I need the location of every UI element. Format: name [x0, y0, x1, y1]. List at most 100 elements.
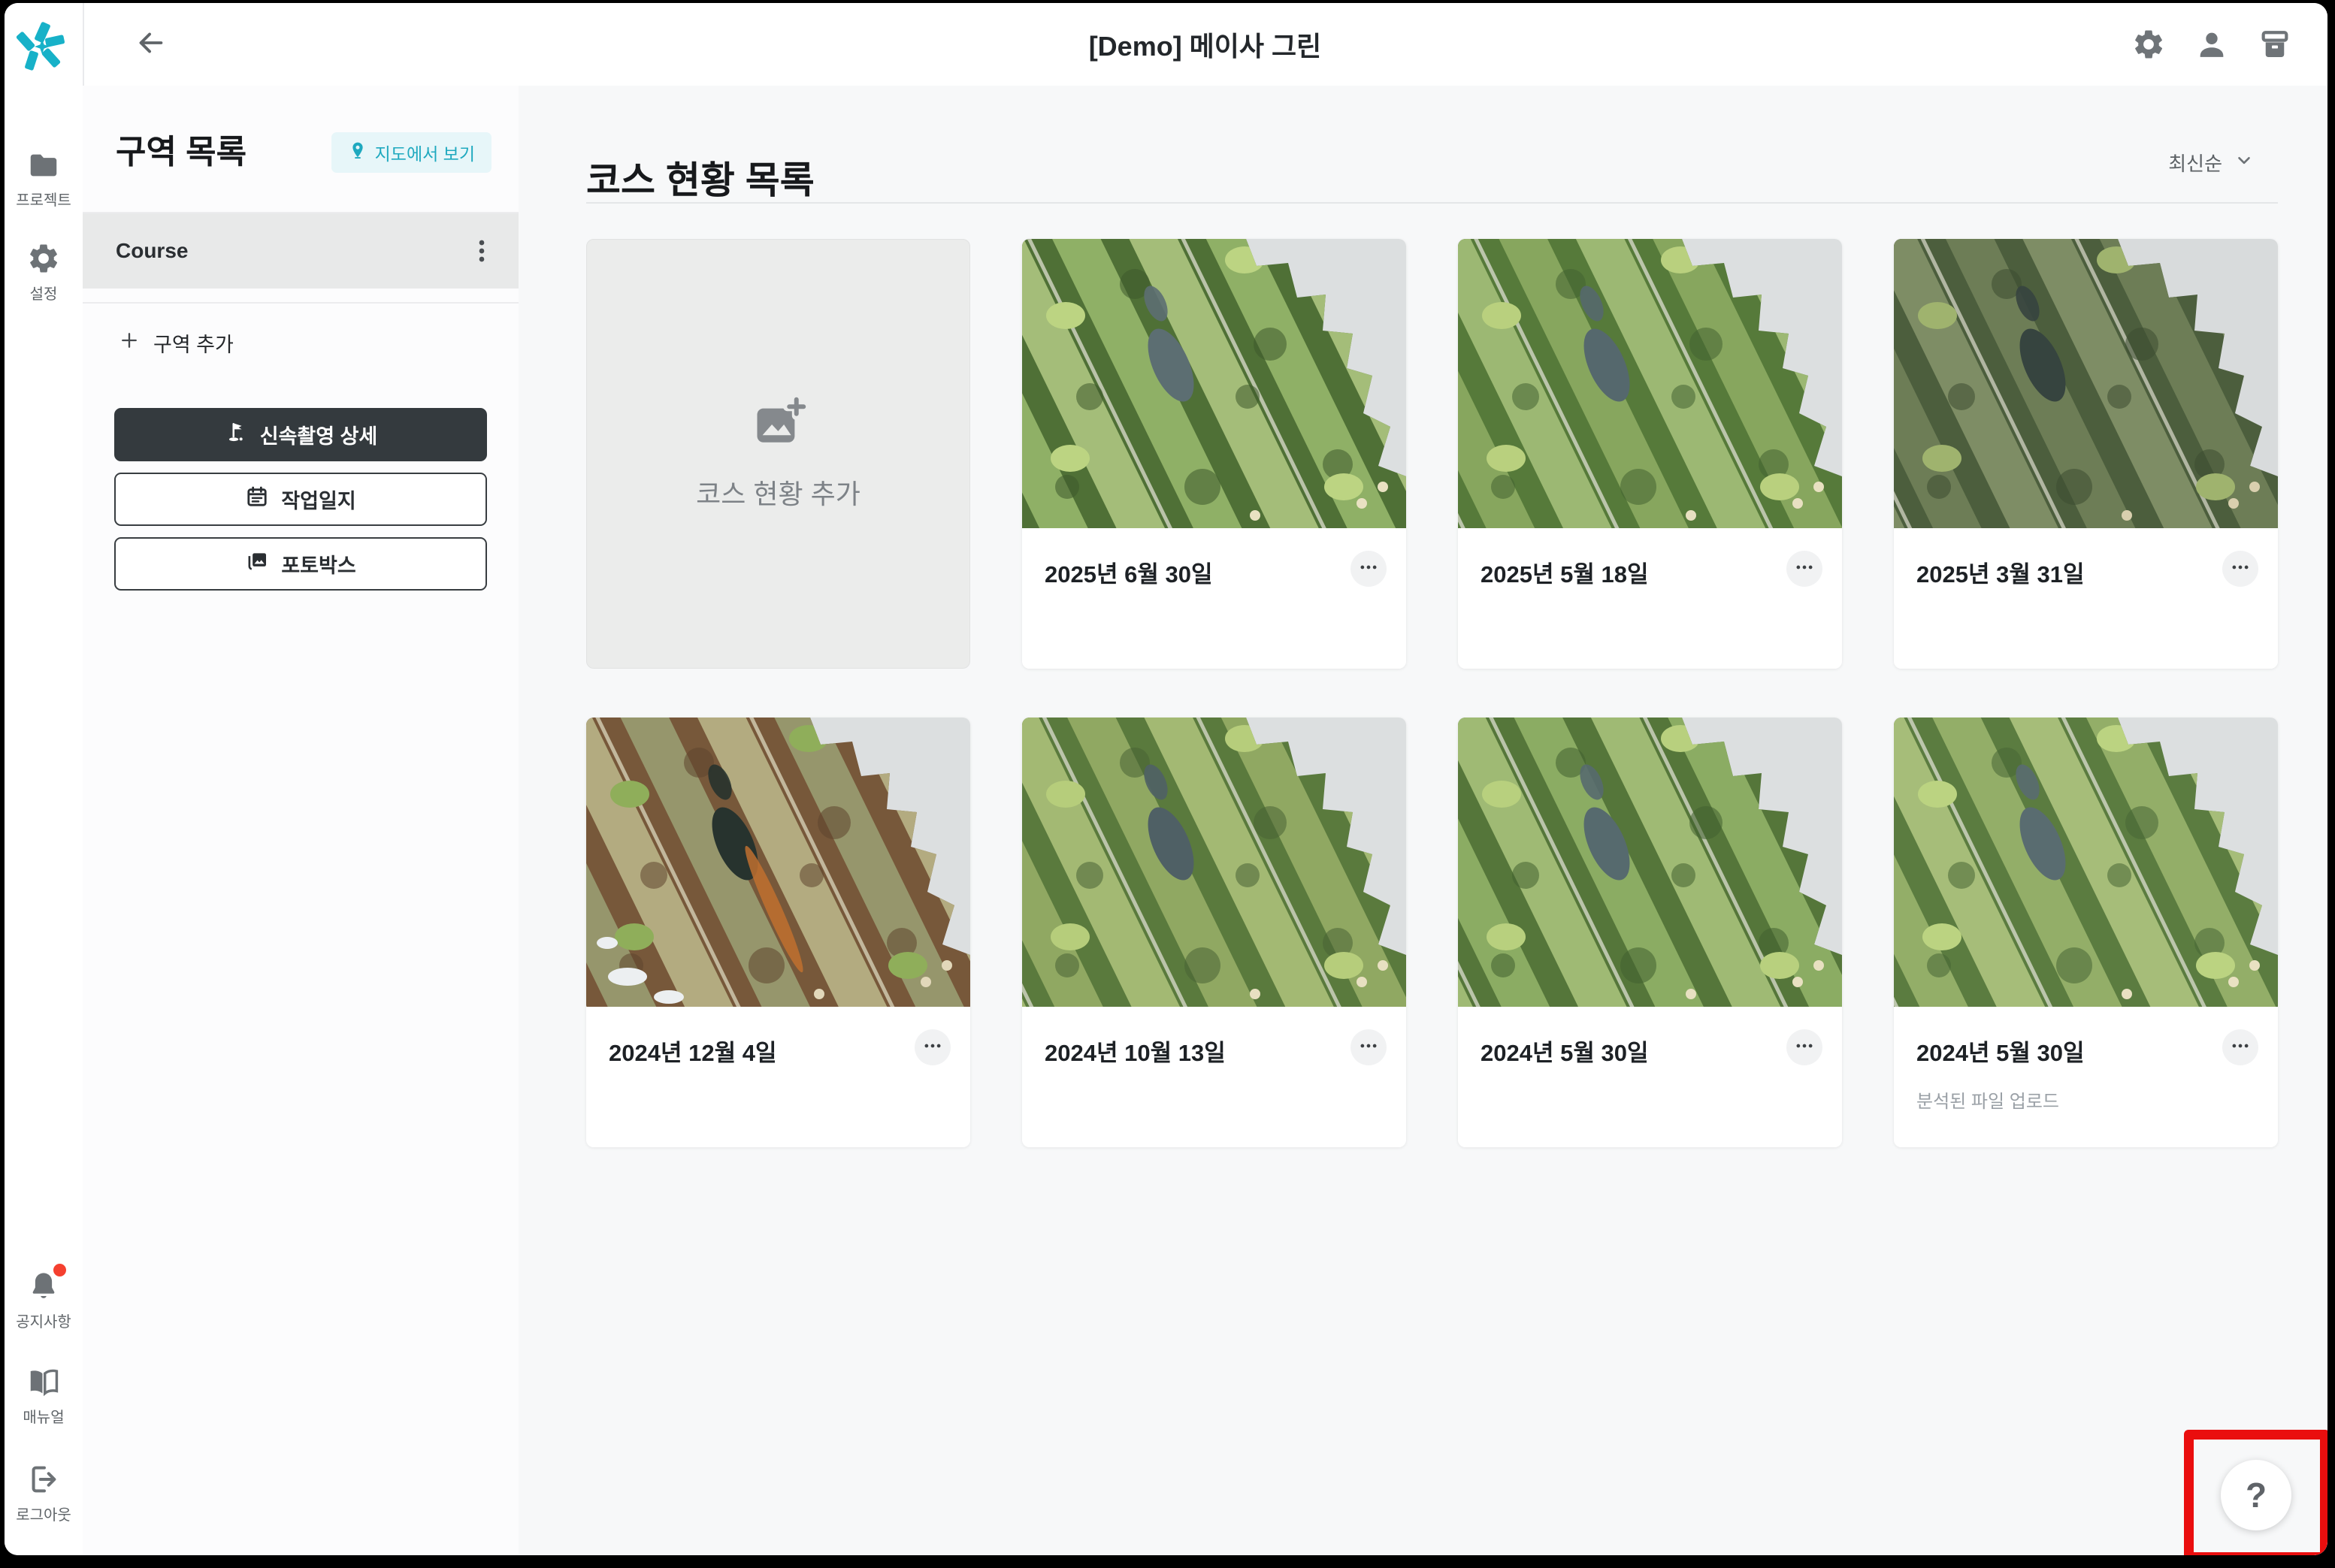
course-status-card[interactable]: 2024년 12월 4일 [586, 718, 970, 1147]
card-date: 2025년 3월 31일 [1916, 555, 2084, 589]
card-footer: 2024년 5월 30일 분석된 파일 업로드 [1894, 1007, 2278, 1147]
gear-icon [26, 241, 61, 276]
title-divider [586, 202, 2278, 204]
orthophoto-thumbnail [1458, 718, 1842, 1007]
notification-badge [53, 1264, 66, 1276]
orthophoto-thumbnail [1022, 718, 1406, 1007]
action-button-label: 작업일지 [281, 485, 355, 514]
rail-item-label: 매뉴얼 [23, 1405, 64, 1427]
golf-flag-icon [224, 420, 248, 449]
panel-divider [83, 302, 519, 304]
app-window: [Demo] 메이사 그린 프로젝트 설정 공지사항 매뉴얼 로그아웃 구역 목… [5, 3, 2327, 1555]
card-menu-button[interactable] [1350, 1029, 1387, 1065]
project-title: [Demo] 메이사 그린 [83, 3, 2327, 86]
add-zone-button[interactable]: 구역 추가 [119, 328, 234, 358]
zone-menu-kebab-icon[interactable] [464, 234, 499, 268]
rail-item-label: 로그아웃 [16, 1503, 71, 1524]
rail-item-book[interactable]: 매뉴얼 [5, 1364, 83, 1427]
topbar: [Demo] 메이사 그린 [83, 3, 2327, 87]
card-subtitle: 분석된 파일 업로드 [1916, 1086, 2059, 1113]
screen: { "window": { "title": "[Demo] 메이사 그린" }… [0, 0, 2335, 1568]
card-menu-button[interactable] [2222, 551, 2258, 587]
sort-label: 최신순 [2168, 149, 2222, 177]
card-date: 2024년 5월 30일 [1916, 1034, 2084, 1068]
card-menu-button[interactable] [1786, 551, 1822, 587]
card-menu-button[interactable] [1786, 1029, 1822, 1065]
card-date: 2025년 5월 18일 [1481, 555, 1648, 589]
chevron-down-icon [2234, 150, 2254, 175]
folder-icon [26, 147, 61, 182]
zone-list-title: 구역 목록 [116, 125, 247, 173]
card-date: 2024년 10월 13일 [1045, 1034, 1226, 1068]
main-content: 코스 현황 목록 최신순 코스 현황 추가 2025년 6월 30일 2025년… [519, 86, 2327, 1555]
card-menu-button[interactable] [1350, 551, 1387, 587]
add-course-status-label: 코스 현황 추가 [696, 473, 861, 512]
orthophoto-thumbnail [1894, 718, 2278, 1007]
card-footer: 2024년 10월 13일 [1022, 1007, 1406, 1147]
meissa-logo-icon[interactable] [15, 20, 69, 74]
course-card-grid: 코스 현황 추가 2025년 6월 30일 2025년 5월 18일 2025년… [586, 239, 2278, 1147]
add-course-status-card[interactable]: 코스 현황 추가 [586, 239, 970, 669]
sort-dropdown[interactable]: 최신순 [2168, 149, 2254, 177]
card-menu-button[interactable] [915, 1029, 951, 1065]
topbar-actions [2131, 3, 2293, 86]
panel-actions: 신속촬영 상세작업일지포토박스 [114, 408, 487, 591]
logout-icon [26, 1462, 61, 1497]
account-icon[interactable] [2194, 26, 2230, 62]
card-footer: 2025년 3월 31일 [1894, 528, 2278, 669]
view-on-map-button[interactable]: 지도에서 보기 [331, 132, 491, 173]
action-button-label: 신속촬영 상세 [260, 420, 378, 449]
plus-icon [119, 330, 140, 356]
view-on-map-label: 지도에서 보기 [375, 140, 475, 165]
card-footer: 2024년 5월 30일 [1458, 1007, 1842, 1147]
ellipsis-icon [2229, 1035, 2252, 1061]
card-footer: 2025년 5월 18일 [1458, 528, 1842, 669]
course-status-card[interactable]: 2024년 10월 13일 [1022, 718, 1406, 1147]
rail-item-label: 공지사항 [16, 1310, 71, 1331]
ellipsis-icon [1357, 556, 1380, 582]
zone-item-course[interactable]: Course [83, 213, 519, 289]
zone-name: Course [116, 239, 464, 263]
rail-item-folder[interactable]: 프로젝트 [5, 147, 83, 210]
map-pin-icon [348, 140, 367, 165]
course-status-card[interactable]: 2025년 6월 30일 [1022, 239, 1406, 669]
help-button[interactable]: ? [2221, 1460, 2291, 1530]
image-add-icon [750, 396, 807, 453]
card-footer: 2024년 12월 4일 [586, 1007, 970, 1147]
action-button-golf-flag[interactable]: 신속촬영 상세 [114, 408, 487, 461]
orthophoto-thumbnail [1894, 239, 2278, 528]
course-status-card[interactable]: 2024년 5월 30일 [1458, 718, 1842, 1147]
rail-item-label: 프로젝트 [16, 188, 71, 210]
course-status-card[interactable]: 2025년 3월 31일 [1894, 239, 2278, 669]
ellipsis-icon [1793, 556, 1816, 582]
action-button-label: 포토박스 [281, 549, 355, 579]
rail-item-label: 설정 [30, 282, 58, 304]
course-status-card[interactable]: 2025년 5월 18일 [1458, 239, 1842, 669]
rail-item-gear[interactable]: 설정 [5, 241, 83, 304]
orthophoto-thumbnail [586, 718, 970, 1007]
add-zone-label: 구역 추가 [153, 328, 234, 358]
page-title: 코스 현황 목록 [586, 150, 815, 204]
zone-panel: 구역 목록 지도에서 보기 Course 구역 추가 신속촬영 상세작업일지포토… [83, 86, 520, 1555]
bell-icon [26, 1269, 61, 1304]
rail-item-bell[interactable]: 공지사항 [5, 1269, 83, 1331]
orthophoto-thumbnail [1022, 239, 1406, 528]
left-rail: 프로젝트 설정 공지사항 매뉴얼 로그아웃 [5, 3, 84, 1555]
action-button-calendar[interactable]: 작업일지 [114, 473, 487, 526]
calendar-icon [245, 485, 269, 514]
book-icon [26, 1364, 61, 1399]
photobox-icon [245, 549, 269, 579]
rail-item-logout[interactable]: 로그아웃 [5, 1462, 83, 1524]
course-status-card[interactable]: 2024년 5월 30일 분석된 파일 업로드 [1894, 718, 2278, 1147]
card-footer: 2025년 6월 30일 [1022, 528, 1406, 669]
ellipsis-icon [2229, 556, 2252, 582]
archive-icon[interactable] [2257, 26, 2293, 62]
card-date: 2025년 6월 30일 [1045, 555, 1212, 589]
ellipsis-icon [1793, 1035, 1816, 1061]
card-menu-button[interactable] [2222, 1029, 2258, 1065]
settings-icon[interactable] [2131, 26, 2167, 62]
ellipsis-icon [1357, 1035, 1380, 1061]
action-button-photobox[interactable]: 포토박스 [114, 537, 487, 591]
card-date: 2024년 5월 30일 [1481, 1034, 1648, 1068]
ellipsis-icon [921, 1035, 944, 1061]
